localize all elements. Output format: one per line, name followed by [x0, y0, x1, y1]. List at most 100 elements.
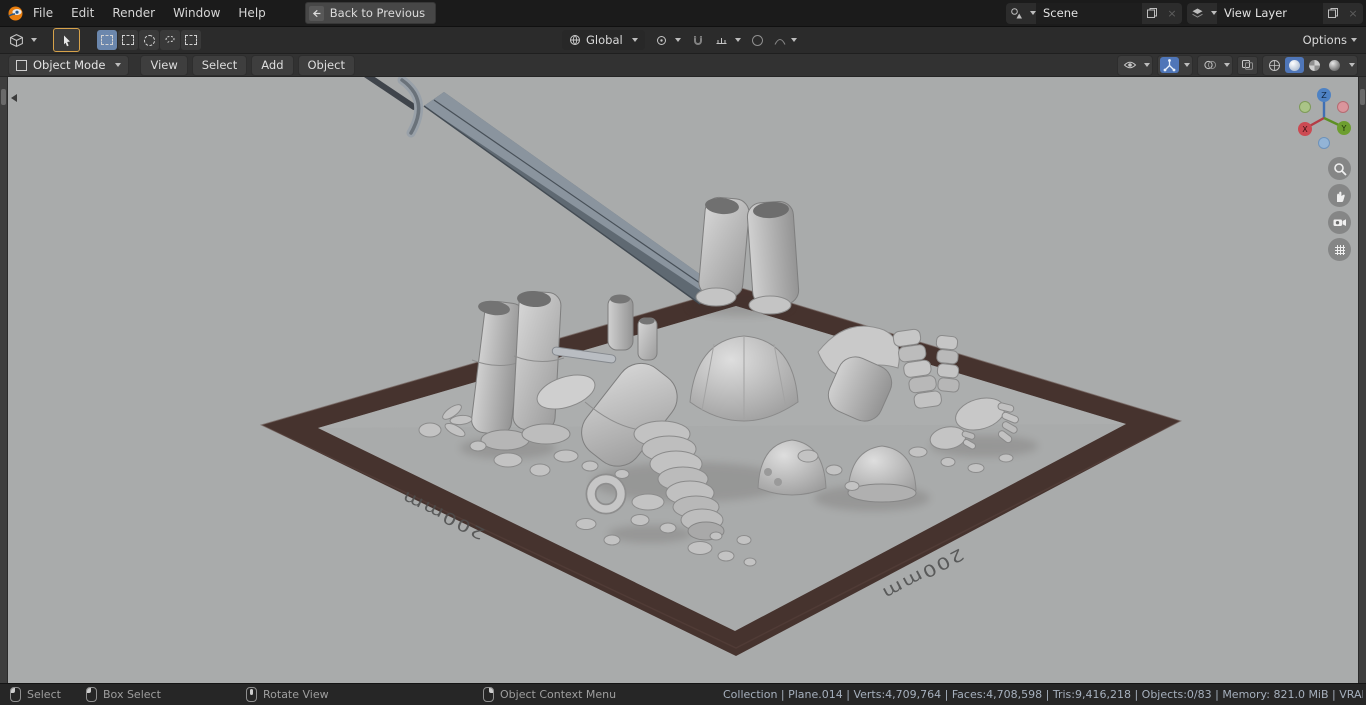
- view-layer-selector: View Layer ×: [1187, 2, 1363, 24]
- object-visibility-button[interactable]: [1120, 57, 1139, 73]
- xray-toggle-button[interactable]: [1237, 55, 1258, 75]
- back-to-previous-button[interactable]: Back to Previous: [304, 2, 437, 24]
- mouse-middle-icon: [246, 686, 257, 702]
- snap-settings-dropdown[interactable]: [712, 30, 732, 50]
- scene-selector: Scene ×: [1006, 2, 1182, 24]
- box-select-icon: [122, 35, 134, 45]
- select-mode-tweak-button[interactable]: [97, 30, 117, 50]
- tool-settings-bar: Global Options: [0, 27, 1366, 54]
- statusbar-box-select-hint: Box Select: [86, 684, 161, 704]
- shading-solid-button[interactable]: [1285, 57, 1304, 73]
- gizmo-neg-z-axis[interactable]: [1318, 137, 1330, 149]
- editor-type-selector[interactable]: [6, 31, 40, 50]
- select-mode-circle-button[interactable]: [139, 30, 159, 50]
- scene-new-button[interactable]: [1142, 3, 1162, 24]
- shading-material-button[interactable]: [1305, 57, 1324, 73]
- menu-object[interactable]: Object: [297, 54, 355, 76]
- region-handle[interactable]: [1, 89, 6, 105]
- viewport-header: Object Mode View Select Add Object: [0, 54, 1366, 77]
- orientation-label: Global: [586, 33, 623, 47]
- menu-view[interactable]: View: [140, 54, 188, 76]
- select-mode-box-button[interactable]: [118, 30, 138, 50]
- pan-button[interactable]: [1328, 184, 1351, 207]
- sidebar-region-divider[interactable]: [1358, 77, 1366, 684]
- scene-unlink-button[interactable]: ×: [1162, 3, 1182, 24]
- pivot-point-icon: [657, 35, 667, 45]
- toolshelf-collapse-arrow-icon[interactable]: [11, 94, 17, 102]
- mouse-right-icon: [483, 686, 494, 702]
- menu-add[interactable]: Add: [251, 54, 294, 76]
- proportional-falloff-dropdown[interactable]: [770, 30, 790, 50]
- solid-sphere-icon: [1289, 59, 1300, 71]
- visibility-chevron-icon[interactable]: [1144, 63, 1150, 67]
- falloff-chevron-icon[interactable]: [790, 38, 797, 42]
- menu-help[interactable]: Help: [229, 0, 274, 26]
- hand-icon: [1336, 191, 1345, 202]
- view-layer-browse-button[interactable]: [1187, 3, 1207, 24]
- options-dropdown[interactable]: Options: [1303, 33, 1357, 47]
- options-chevron-icon: [1351, 38, 1357, 42]
- ortho-toggle-button[interactable]: [1328, 238, 1351, 261]
- orientation-chevron-icon: [631, 38, 638, 42]
- overlays-icon: [1203, 60, 1216, 70]
- navigation-gizmo[interactable]: Z X Y: [1295, 86, 1353, 156]
- falloff-curve-icon: [774, 39, 786, 45]
- global-orientation-icon: [570, 35, 580, 45]
- camera-icon: [1333, 219, 1346, 226]
- back-to-previous-label: Back to Previous: [329, 6, 426, 20]
- menu-edit[interactable]: Edit: [62, 0, 103, 26]
- object-mode-icon: [16, 59, 27, 71]
- blender-logo-icon[interactable]: [7, 5, 24, 22]
- toolbar-region-divider[interactable]: [0, 77, 8, 684]
- xray-icon: [1242, 60, 1253, 70]
- proportional-editing-button[interactable]: [748, 30, 768, 50]
- pivot-point-dropdown[interactable]: [652, 30, 672, 50]
- select-mode-lasso-button[interactable]: [160, 30, 180, 50]
- mode-chevron-icon: [115, 63, 122, 67]
- shading-chevron-icon[interactable]: [1349, 63, 1355, 67]
- scene-browse-button[interactable]: [1006, 3, 1026, 24]
- rendered-sphere-icon: [1329, 59, 1340, 71]
- gizmos-toggle-button[interactable]: [1160, 57, 1179, 73]
- visibility-eye-icon: [1123, 61, 1136, 69]
- material-sphere-icon: [1309, 59, 1320, 71]
- overlays-toggle-button[interactable]: [1200, 57, 1219, 73]
- select-mode-extra-button[interactable]: [181, 30, 201, 50]
- transform-orientation-dropdown[interactable]: Global: [562, 30, 645, 50]
- mode-label: Object Mode: [33, 58, 106, 72]
- snap-chevron-icon[interactable]: [734, 38, 741, 42]
- active-tool-tweak-button[interactable]: [53, 28, 80, 52]
- camera-view-button[interactable]: [1328, 211, 1351, 234]
- gizmos-chevron-icon[interactable]: [1184, 63, 1190, 67]
- gizmo-neg-x-axis[interactable]: [1337, 101, 1349, 113]
- close-icon: ×: [1167, 6, 1177, 20]
- proportional-circle-icon: [752, 34, 764, 46]
- view-layer-name-field[interactable]: View Layer: [1217, 2, 1323, 24]
- mouse-left-icon: [10, 686, 21, 702]
- viewport-3d[interactable]: 200mm 200mm Z X Y: [0, 77, 1366, 684]
- scene-name-field[interactable]: Scene: [1036, 2, 1142, 24]
- overlays-chevron-icon[interactable]: [1224, 63, 1230, 67]
- zoom-button[interactable]: [1328, 157, 1351, 180]
- snap-increment-icon: [716, 38, 727, 44]
- topbar: File Edit Render Window Help Back to Pre…: [0, 0, 1366, 27]
- menu-render[interactable]: Render: [103, 0, 164, 26]
- region-handle[interactable]: [1360, 89, 1365, 105]
- pivot-chevron-icon[interactable]: [674, 38, 681, 42]
- sword-object[interactable]: [350, 77, 719, 305]
- mode-dropdown[interactable]: Object Mode: [8, 54, 130, 76]
- svg-text:X: X: [1302, 125, 1308, 134]
- greaves-pair[interactable]: [470, 290, 571, 451]
- view-layer-remove-button[interactable]: ×: [1343, 3, 1363, 24]
- shading-rendered-button[interactable]: [1325, 57, 1344, 73]
- gizmo-axes-icon: [1163, 58, 1176, 71]
- tweak-select-icon: [101, 35, 113, 45]
- snap-toggle-button[interactable]: [688, 30, 708, 50]
- shading-wireframe-button[interactable]: [1265, 57, 1284, 73]
- menu-file[interactable]: File: [24, 0, 62, 26]
- view-layer-new-button[interactable]: [1323, 3, 1343, 24]
- menu-select[interactable]: Select: [191, 54, 248, 76]
- viewport-3d-scene[interactable]: 200mm 200mm: [0, 77, 1366, 684]
- menu-window[interactable]: Window: [164, 0, 229, 26]
- gizmo-neg-y-axis[interactable]: [1299, 101, 1311, 113]
